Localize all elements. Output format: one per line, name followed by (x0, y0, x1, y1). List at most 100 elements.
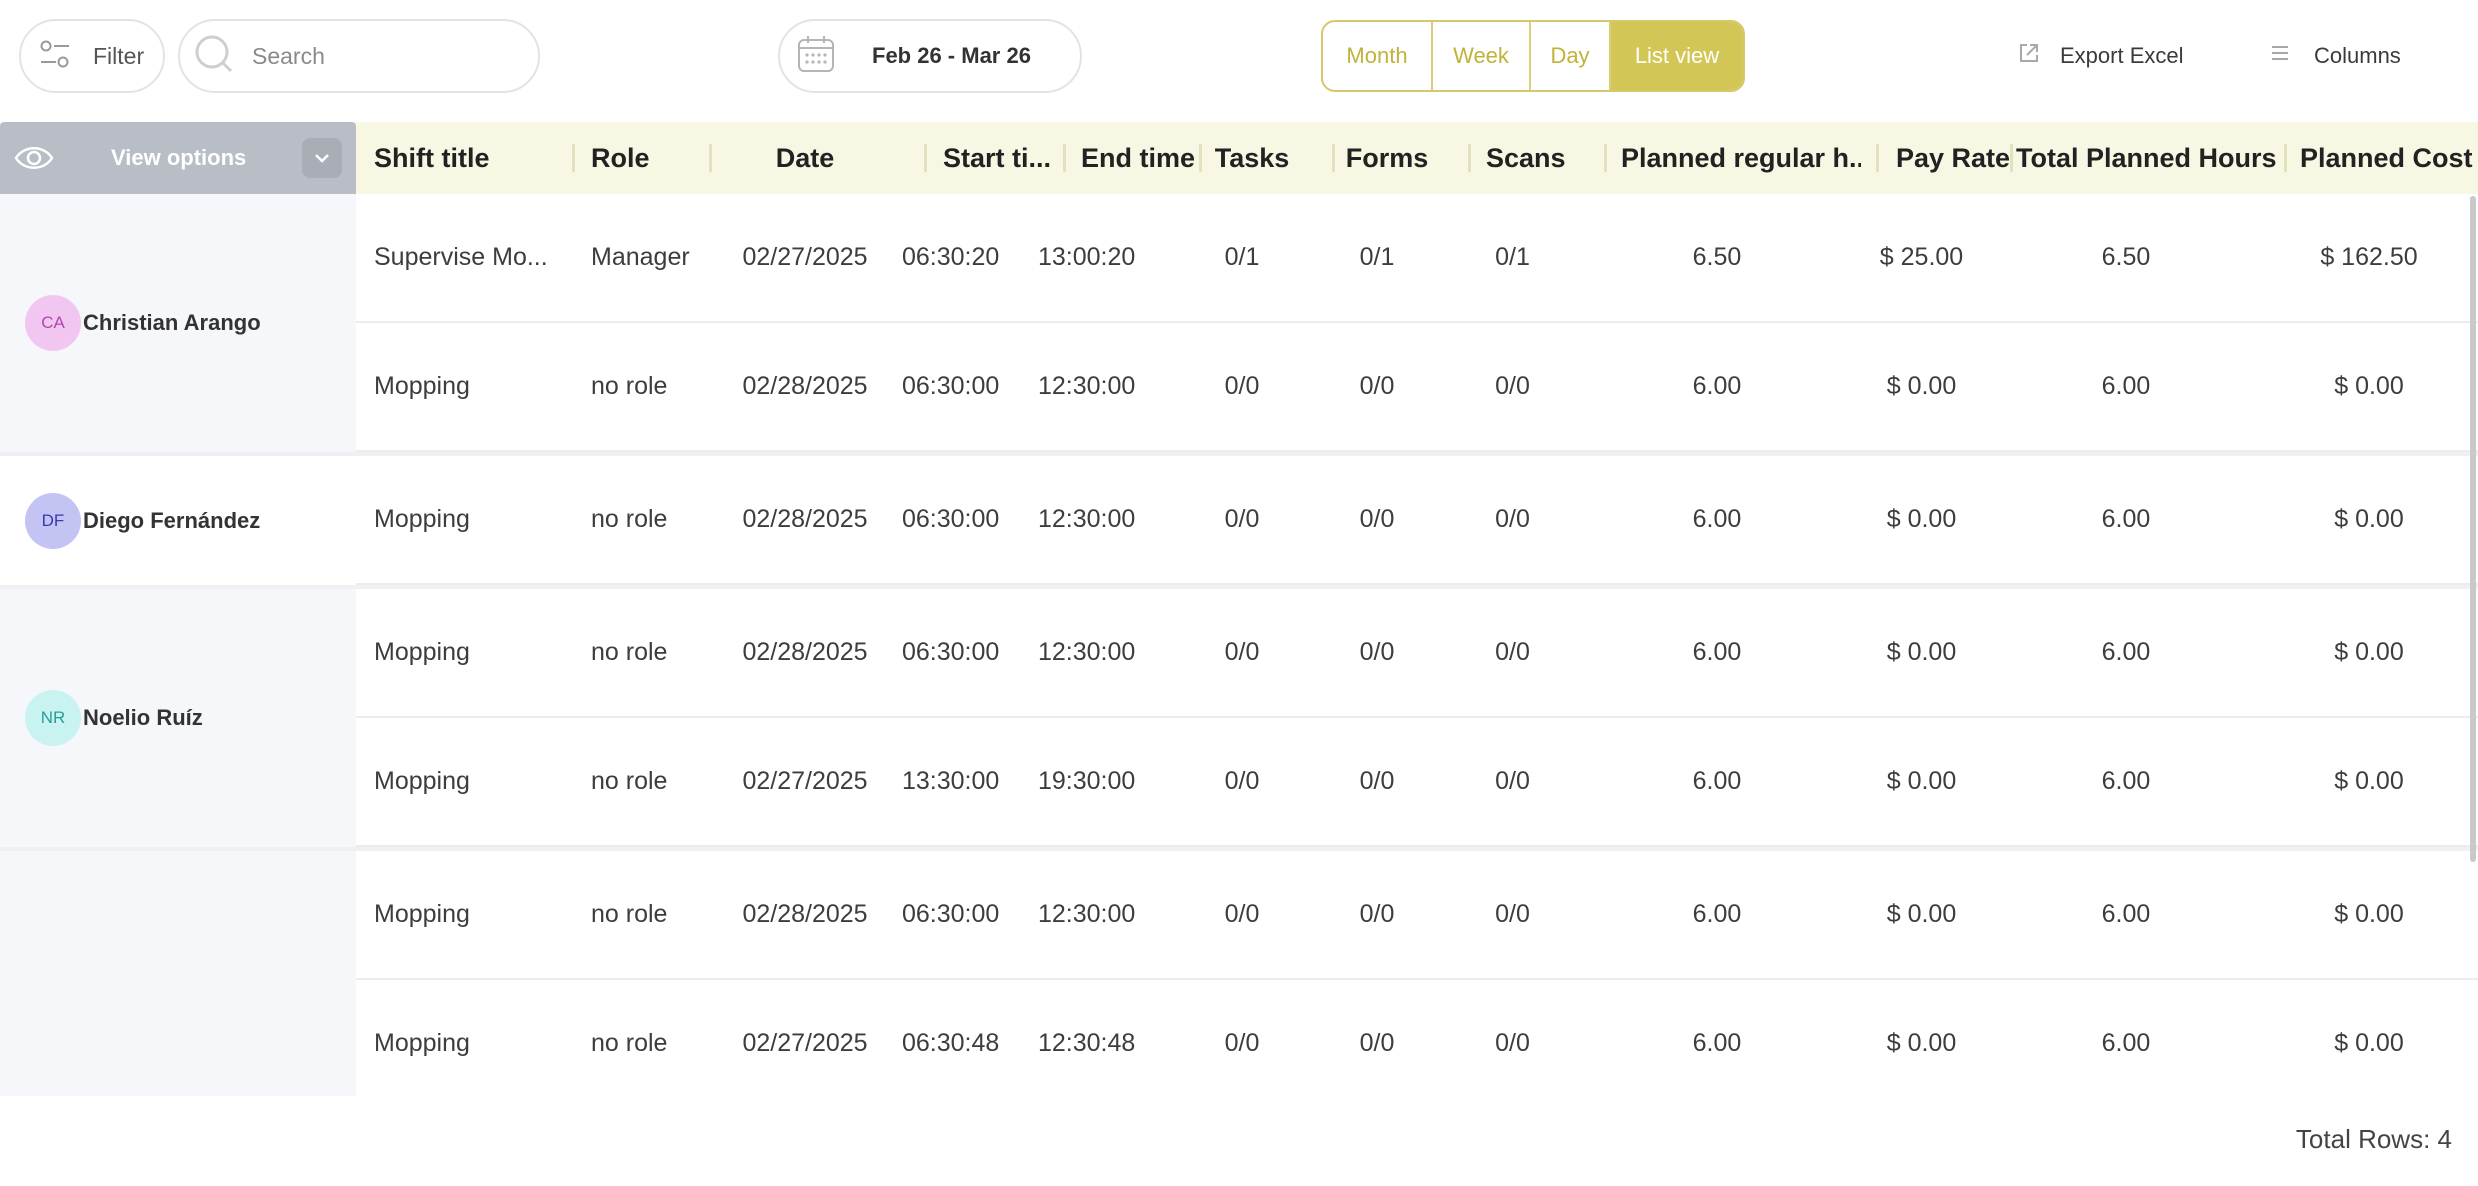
columns-button[interactable]: Columns (2270, 28, 2401, 84)
table-cell: $ 0.00 (1886, 1029, 1957, 1057)
search-input[interactable] (252, 42, 532, 70)
table-row[interactable]: Mopping no role 02/28/2025 06:30:00 12:30:00… (356, 851, 2478, 980)
column-header[interactable]: Start ti... (943, 122, 1070, 194)
table-cell: $ 0.00 (2334, 767, 2404, 795)
column-resize-handle[interactable] (1063, 144, 1066, 172)
column-resize-handle[interactable] (1332, 144, 1335, 172)
table-cell: $ 162.50 (2320, 243, 2418, 271)
table-cell: 6.00 (2101, 372, 2151, 400)
table-cell: $ 0.00 (1886, 505, 1957, 533)
column-resize-handle[interactable] (2010, 144, 2013, 172)
column-header[interactable]: Scans (1486, 122, 1596, 194)
table-cell: $ 0.00 (2334, 1029, 2404, 1057)
view-tab-day[interactable]: Day (1531, 22, 1611, 90)
table-cell: Mopping (374, 372, 470, 400)
table-cell: 0/0 (1224, 900, 1260, 928)
view-options-label: View options (111, 145, 247, 170)
column-header[interactable]: Pay Rate (1896, 122, 2026, 194)
table-cell: 02/28/2025 (742, 638, 868, 666)
view-options-button[interactable]: View options (0, 122, 356, 194)
table-cell: 02/28/2025 (742, 505, 868, 533)
calendar-icon (796, 34, 836, 79)
table-cell: 02/28/2025 (742, 372, 868, 400)
table-cell: 6.00 (2101, 1029, 2151, 1057)
table-cell: 12:30:00 (1038, 900, 1136, 928)
column-resize-handle[interactable] (924, 144, 927, 172)
table-cell: 02/27/2025 (742, 767, 868, 795)
view-tab-month[interactable]: Month (1323, 22, 1433, 90)
filter-button[interactable]: Filter (19, 19, 165, 93)
table-cell: 02/28/2025 (742, 900, 868, 928)
search-box (178, 19, 540, 93)
employee-cell[interactable]: DF Diego Fernández (0, 456, 356, 585)
table-cell: 6.00 (1692, 505, 1742, 533)
view-tab-list-view[interactable]: List view (1611, 22, 1743, 90)
table-cell: no role (591, 372, 668, 400)
table-cell: 0/0 (1359, 372, 1395, 400)
table-row[interactable]: Mopping no role 02/28/2025 06:30:00 12:30:00… (356, 589, 2478, 718)
column-header[interactable]: Planned Cost (2300, 122, 2478, 194)
column-header[interactable]: Shift title (374, 122, 574, 194)
employee-group: NR Noelio Ruíz Mopping no role 02/28/2025 06:… (0, 589, 2478, 847)
table-cell: 02/27/2025 (742, 243, 868, 271)
table-cell: 0/0 (1495, 638, 1530, 666)
column-resize-handle[interactable] (709, 144, 712, 172)
column-resize-handle[interactable] (1876, 144, 1879, 172)
table-row[interactable]: Mopping no role 02/27/2025 06:30:48 12:30:48… (356, 980, 2478, 1096)
column-resize-handle[interactable] (1604, 144, 1607, 172)
employee-group: Mopping no role 02/28/2025 06:30:00 12:30:00… (0, 851, 2478, 1096)
date-range-picker[interactable]: Feb 26 - Mar 26 (778, 19, 1082, 93)
search-icon (194, 34, 234, 79)
table-row[interactable]: Supervise Mo... Manager 02/27/2025 06:30:20… (356, 194, 2478, 323)
table-cell: Manager (591, 243, 690, 271)
column-headers: Shift title Role Date Start ti... End time Ta… (356, 122, 2478, 194)
column-header[interactable]: Date (718, 122, 892, 194)
table-cell: 06:30:00 (902, 372, 1000, 400)
table-cell: Mopping (374, 505, 470, 533)
table-cell: 06:30:00 (902, 900, 1000, 928)
filter-label: Filter (93, 42, 145, 69)
column-header[interactable]: Role (591, 122, 711, 194)
table-cell: 13:30:00 (902, 767, 1000, 795)
employee-cell[interactable]: CA Christian Arango (0, 194, 356, 452)
table-header: View options Shift title Role Date Start ti… (0, 122, 2478, 194)
export-excel-button[interactable]: Export Excel (2018, 28, 2184, 84)
column-header[interactable]: Forms (1321, 122, 1453, 194)
table-row[interactable]: Mopping no role 02/28/2025 06:30:00 12:30:00… (356, 456, 2478, 585)
table-cell: 06:30:00 (902, 505, 1000, 533)
column-resize-handle[interactable] (1199, 144, 1202, 172)
table-cell: 02/27/2025 (742, 1029, 868, 1057)
column-header[interactable]: Tasks (1186, 122, 1318, 194)
export-excel-label: Export Excel (2060, 43, 2184, 68)
table-cell: Mopping (374, 1029, 470, 1057)
column-header[interactable]: Planned regular h... (1621, 122, 1861, 194)
filter-icon (39, 39, 71, 74)
table-cell: Mopping (374, 900, 470, 928)
table-cell: 12:30:00 (1038, 638, 1136, 666)
vertical-scrollbar[interactable] (2470, 196, 2476, 862)
column-header[interactable]: Total Planned Hours (2016, 122, 2276, 194)
avatar: CA (25, 295, 81, 351)
employee-cell[interactable] (0, 851, 356, 1096)
table-cell: 13:00:20 (1038, 243, 1136, 271)
table-cell: no role (591, 767, 668, 795)
shift-list: CA Christian Arango Supervise Mo... Manager… (0, 194, 2478, 1096)
avatar: NR (25, 690, 81, 746)
table-row[interactable]: Mopping no role 02/27/2025 13:30:00 19:30:00… (356, 718, 2478, 847)
chevron-down-icon[interactable] (302, 138, 342, 178)
employee-cell[interactable]: NR Noelio Ruíz (0, 589, 356, 847)
table-cell: Supervise Mo... (374, 243, 548, 271)
table-cell: no role (591, 1029, 668, 1057)
column-resize-handle[interactable] (1468, 144, 1471, 172)
view-tab-week[interactable]: Week (1433, 22, 1531, 90)
table-cell: 0/1 (1495, 243, 1530, 271)
column-resize-handle[interactable] (572, 144, 575, 172)
table-row[interactable]: Mopping no role 02/28/2025 06:30:00 12:30:00… (356, 323, 2478, 452)
column-resize-handle[interactable] (2284, 144, 2287, 172)
avatar: DF (25, 492, 81, 549)
table-cell: 0/0 (1359, 638, 1395, 666)
table-cell: 6.50 (1692, 243, 1742, 271)
table-cell: 0/1 (1224, 243, 1260, 271)
table-cell: 6.00 (1692, 767, 1742, 795)
table-cell: 0/0 (1495, 372, 1530, 400)
